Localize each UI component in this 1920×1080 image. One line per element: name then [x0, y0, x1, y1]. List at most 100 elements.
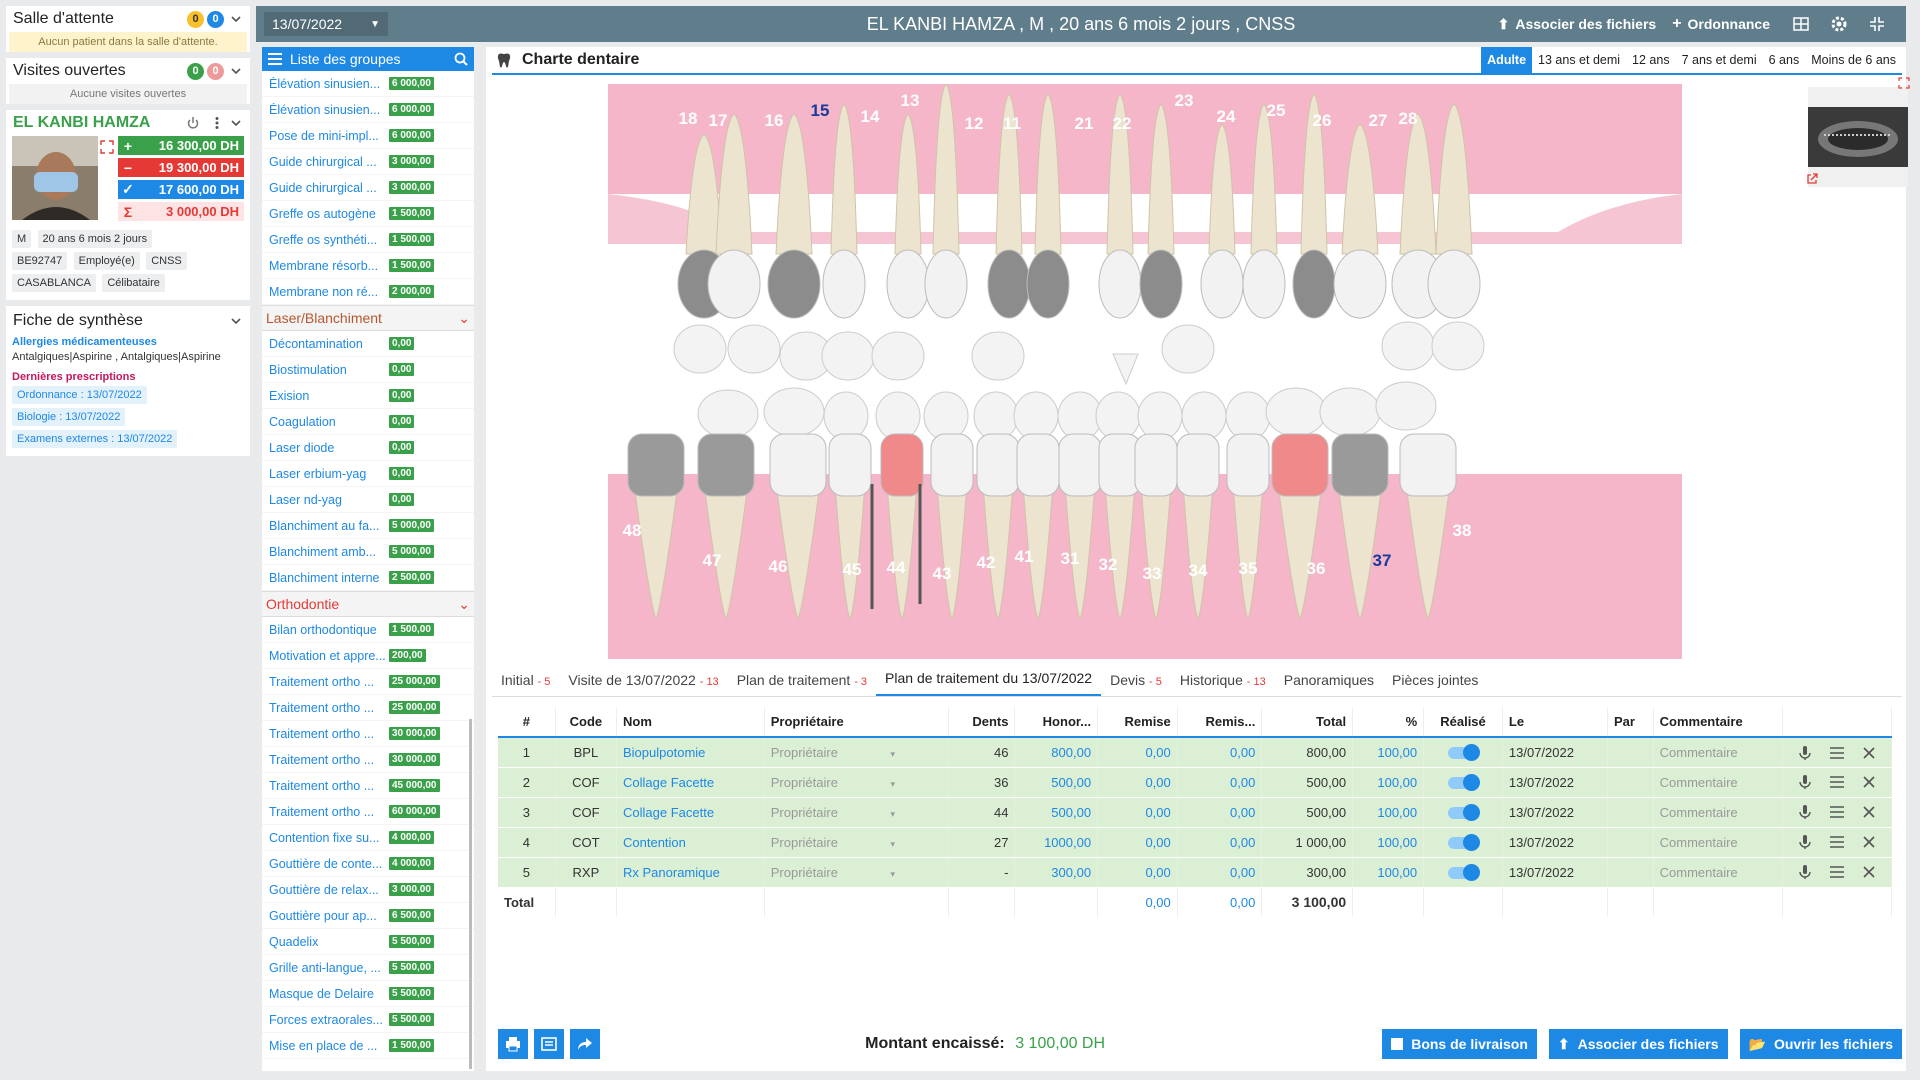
associate-files-button[interactable]: ⬆ Associer des fichiers	[1498, 16, 1657, 33]
document-button[interactable]	[534, 1029, 564, 1059]
cell-extra[interactable]	[1423, 857, 1503, 888]
column-header[interactable]: Remis...	[1177, 707, 1263, 738]
group-item[interactable]: Blanchiment amb... 5 000,00	[262, 539, 474, 565]
age-tab-12[interactable]: 12 ans	[1626, 47, 1676, 73]
group-item[interactable]: Blanchiment interne 2 500,00	[262, 565, 474, 591]
group-item[interactable]: Membrane non ré... 2 000,00	[262, 279, 474, 305]
group-item[interactable]: Greffe os autogène 1 500,00	[262, 201, 474, 227]
realise-toggle[interactable]	[1448, 804, 1480, 822]
column-header[interactable]: Dents	[948, 707, 1016, 738]
column-header[interactable]: Propriétaire	[764, 707, 950, 738]
group-item[interactable]: Forces extraorales... 5 500,00	[262, 1007, 474, 1033]
group-item[interactable]: Greffe os synthéti... 1 500,00	[262, 227, 474, 253]
menu-icon[interactable]	[1829, 804, 1845, 820]
group-item[interactable]: Mise en place de ... 1 500,00	[262, 1033, 474, 1059]
tab-0[interactable]: Initial - 5	[492, 672, 559, 696]
search-icon[interactable]	[454, 52, 468, 66]
cell-comment[interactable]: Commentaire	[1653, 827, 1784, 858]
group-item[interactable]: Traitement ortho ... 25 000,00	[262, 695, 474, 721]
associate-files-footer-button[interactable]: ⬆ Associer des fichiers	[1548, 1029, 1728, 1059]
group-item[interactable]: Laser erbium-yag 0,00	[262, 461, 474, 487]
dental-chart[interactable]: 18 17 16 15 14 13 12 11 21 22 23 24 25 26 27 28 48 47 46 45…	[608, 84, 1682, 659]
realise-toggle[interactable]	[1448, 774, 1480, 792]
group-item[interactable]: Traitement ortho ... 60 000,00	[262, 799, 474, 825]
more-vert-icon[interactable]	[210, 116, 224, 130]
cell-extra[interactable]	[1423, 827, 1503, 858]
column-header[interactable]: Par	[1607, 707, 1654, 738]
fullscreen-icon[interactable]	[100, 140, 114, 154]
cell-prop[interactable]: Propriétaire ▾	[764, 857, 950, 888]
cell-prop[interactable]: Propriétaire ▾	[764, 797, 950, 828]
group-item[interactable]: Quadelix 5 500,00	[262, 929, 474, 955]
power-icon[interactable]	[186, 116, 200, 130]
age-tab-under6[interactable]: Moins de 6 ans	[1805, 47, 1902, 73]
patient-name[interactable]: EL KANBI HAMZA	[13, 114, 186, 132]
chevron-down-icon[interactable]	[229, 116, 243, 130]
tab-2[interactable]: Plan de traitement - 3	[728, 672, 876, 696]
microphone-icon[interactable]	[1797, 804, 1813, 820]
tab-7[interactable]: Pièces jointes	[1383, 672, 1487, 696]
group-item[interactable]: Motivation et appre... 200,00	[262, 643, 474, 669]
table-row[interactable]: 4 COT Contention Propriétaire ▾ 27 1000,00 0,0…	[498, 827, 1892, 858]
chevron-down-icon[interactable]	[229, 64, 243, 78]
group-item[interactable]: Coagulation 0,00	[262, 409, 474, 435]
close-icon[interactable]	[1861, 804, 1877, 820]
cell-extra[interactable]	[1423, 797, 1503, 828]
open-files-button[interactable]: 📂 Ouvrir les fichiers	[1739, 1029, 1902, 1059]
tab-5[interactable]: Historique - 13	[1171, 672, 1275, 696]
group-item[interactable]: Gouttière de conte... 4 000,00	[262, 851, 474, 877]
column-header[interactable]: Code	[555, 707, 618, 738]
group-item[interactable]: Contention fixe su... 4 000,00	[262, 825, 474, 851]
cell-prop[interactable]: Propriétaire ▾	[764, 737, 950, 768]
microphone-icon[interactable]	[1797, 774, 1813, 790]
microphone-icon[interactable]	[1797, 864, 1813, 880]
open-external-icon[interactable]	[1806, 173, 1818, 185]
close-icon[interactable]	[1861, 864, 1877, 880]
age-tab-adulte[interactable]: Adulte	[1481, 47, 1533, 73]
cell-prop[interactable]: Propriétaire ▾	[764, 767, 950, 798]
microphone-icon[interactable]	[1797, 745, 1813, 761]
group-category[interactable]: Laser/Blanchiment ⌄	[262, 305, 474, 331]
cell-prop[interactable]: Propriétaire ▾	[764, 827, 950, 858]
column-header[interactable]: Total	[1261, 707, 1354, 738]
link-biologie[interactable]: Biologie : 13/07/2022	[12, 408, 126, 426]
menu-icon[interactable]	[1829, 774, 1845, 790]
column-header[interactable]: Commentaire	[1653, 707, 1784, 738]
group-item[interactable]: Guide chirurgical ... 3 000,00	[262, 149, 474, 175]
layout-icon[interactable]	[1792, 15, 1810, 33]
column-header[interactable]: Le	[1502, 707, 1608, 738]
age-tab-7[interactable]: 7 ans et demi	[1676, 47, 1763, 73]
link-ordonnance[interactable]: Ordonnance : 13/07/2022	[12, 386, 147, 404]
date-select[interactable]: 13/07/2022 ▼	[264, 12, 388, 36]
group-item[interactable]: Pose de mini-impl... 6 000,00	[262, 123, 474, 149]
panoramic-thumbnail[interactable]	[1806, 77, 1910, 187]
group-category[interactable]: Orthodontie ⌄	[262, 591, 474, 617]
group-item[interactable]: Guide chirurgical ... 3 000,00	[262, 175, 474, 201]
print-button[interactable]	[498, 1029, 528, 1059]
group-item[interactable]: Blanchiment au fa... 5 000,00	[262, 513, 474, 539]
group-item[interactable]: Bilan orthodontique 1 500,00	[262, 617, 474, 643]
delivery-notes-button[interactable]: Bons de livraison	[1382, 1029, 1537, 1059]
chevron-down-icon[interactable]	[229, 12, 243, 26]
cell-comment[interactable]: Commentaire	[1653, 857, 1784, 888]
table-row[interactable]: 1 BPL Biopulpotomie Propriétaire ▾ 46 800,00 0…	[498, 737, 1892, 768]
group-item[interactable]: Masque de Delaire 5 500,00	[262, 981, 474, 1007]
chevron-down-icon[interactable]	[229, 314, 243, 328]
tab-3[interactable]: Plan de traitement du 13/07/2022	[876, 670, 1102, 696]
realise-toggle[interactable]	[1448, 864, 1480, 882]
column-header[interactable]: %	[1352, 707, 1425, 738]
close-icon[interactable]	[1861, 834, 1877, 850]
menu-icon[interactable]	[1829, 864, 1845, 880]
group-item[interactable]: Membrane résorb... 1 500,00	[262, 253, 474, 279]
group-item[interactable]: Élévation sinusien... 6 000,00	[262, 97, 474, 123]
group-item[interactable]: Biostimulation 0,00	[262, 357, 474, 383]
group-item[interactable]: Traitement ortho ... 25 000,00	[262, 669, 474, 695]
column-header[interactable]: Honor...	[1014, 707, 1099, 738]
group-item[interactable]: Décontamination 0,00	[262, 331, 474, 357]
close-icon[interactable]	[1861, 745, 1877, 761]
age-tab-6[interactable]: 6 ans	[1763, 47, 1806, 73]
column-header[interactable]: Réalisé	[1423, 707, 1503, 738]
group-item[interactable]: Traitement ortho ... 30 000,00	[262, 721, 474, 747]
table-row[interactable]: 3 COF Collage Facette Propriétaire ▾ 44 500,0…	[498, 797, 1892, 828]
scrollbar[interactable]	[469, 719, 472, 1069]
